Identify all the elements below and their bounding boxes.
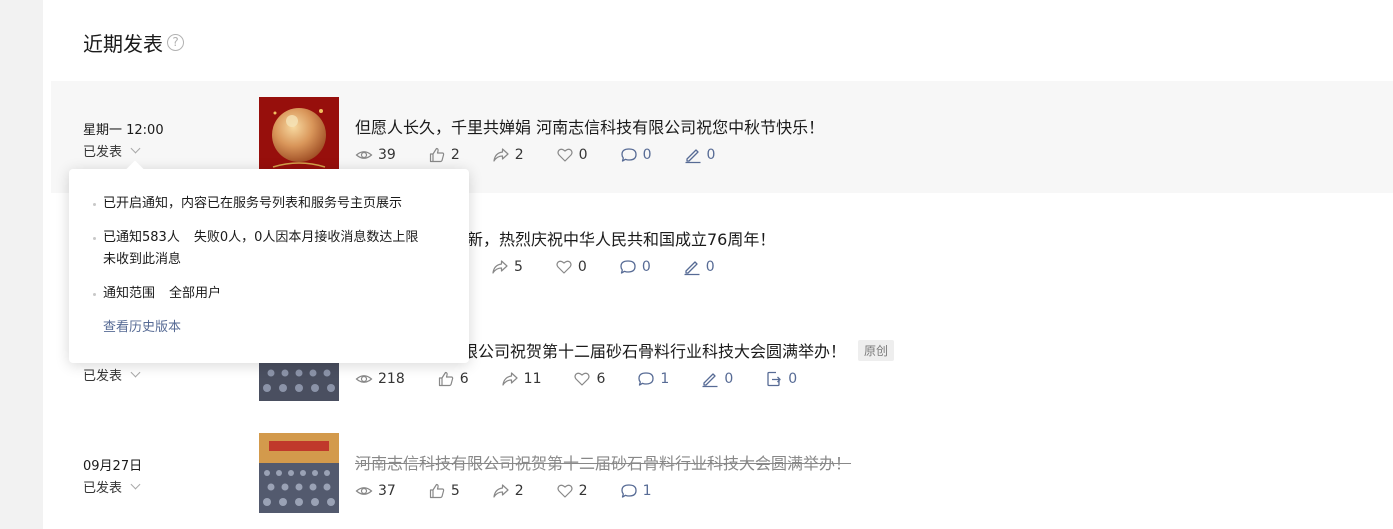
article-title-text: 但愿人长久，千里共婵娟 河南志信科技有限公司祝您中秋节快乐！: [355, 118, 825, 137]
publish-status-label: 已发表: [83, 481, 123, 496]
comment-icon: [620, 148, 637, 162]
article-row[interactable]: 09月27日 已发表 河南志信科技有限公司祝贺第十二届砂石骨料行业科技大会圆满举…: [51, 417, 1393, 529]
stat-favorites: 6: [573, 370, 605, 388]
stat-shares: 5: [491, 258, 523, 276]
publish-time: 09月27日: [83, 459, 143, 474]
share-arrow-icon: [502, 372, 518, 386]
stat-favorites: 0: [556, 146, 588, 164]
share-arrow-icon: [492, 260, 508, 274]
stat-edits[interactable]: 0: [684, 146, 715, 164]
publish-status-label: 已发表: [83, 145, 123, 160]
comment-icon: [620, 260, 636, 274]
pencil-icon: [684, 261, 700, 276]
stat-views: 37: [355, 482, 396, 500]
notification-status: 已开启通知，内容已在服务号列表和服务号主页展示: [93, 193, 445, 215]
stat-likes: 2: [428, 146, 460, 164]
chevron-down-icon: [130, 367, 141, 378]
moon-image: [259, 97, 339, 177]
article-title[interactable]: 限公司祝贺第十二届砂石骨料行业科技大会圆满举办！ 原创: [462, 338, 895, 362]
article-thumbnail[interactable]: [259, 97, 339, 177]
chevron-down-icon: [130, 479, 141, 490]
article-title-text: 限公司祝贺第十二届砂石骨料行业科技大会圆满举办！: [462, 342, 847, 361]
heart-icon: [557, 148, 573, 162]
stat-views: 218: [355, 370, 405, 388]
help-icon[interactable]: ?: [167, 34, 184, 51]
stat-shares: 2: [492, 146, 524, 164]
share-arrow-icon: [493, 148, 509, 162]
heart-icon: [556, 260, 572, 274]
stat-favorites: 0: [555, 258, 587, 276]
pencil-icon: [702, 373, 718, 388]
stat-favorites: 2: [556, 482, 588, 500]
repost-icon: [767, 371, 781, 387]
stat-shares: 11: [501, 370, 541, 388]
eye-icon: [355, 487, 373, 495]
eye-icon: [355, 375, 373, 383]
article-title-text: 河南志信科技有限公司祝贺第十二届砂石骨料行业科技大会圆满举办！: [355, 454, 852, 473]
page-title: 近期发表: [83, 32, 163, 56]
stat-comments[interactable]: 0: [620, 146, 652, 164]
thumb-up-icon: [438, 371, 453, 387]
heart-icon: [574, 372, 591, 386]
publish-status-dropdown[interactable]: 已发表: [83, 477, 141, 496]
view-history-link[interactable]: 查看历史版本: [93, 317, 445, 339]
original-badge: 原创: [858, 339, 895, 361]
notification-result: 已通知583人 失败0人，0人因本月接收消息数达上限 未收到此消息: [93, 227, 445, 271]
stat-edits[interactable]: 0: [683, 258, 715, 276]
conference-image: [259, 433, 339, 513]
article-stats: 39 2 2 0 0 0: [355, 145, 747, 165]
stat-shares: 2: [492, 482, 524, 500]
article-title[interactable]: 但愿人长久，千里共婵娟 河南志信科技有限公司祝您中秋节快乐！: [355, 114, 824, 138]
stat-likes: 5: [428, 482, 460, 500]
stat-comments[interactable]: 1: [620, 482, 652, 500]
publish-time: 星期一 12:00: [83, 123, 164, 138]
section-header: 近期发表 ?: [83, 28, 184, 57]
publish-status-label: 已发表: [83, 369, 123, 384]
notification-popover: 已开启通知，内容已在服务号列表和服务号主页展示 已通知583人 失败0人，0人因本…: [69, 160, 469, 363]
article-title[interactable]: 河南志信科技有限公司祝贺第十二届砂石骨料行业科技大会圆满举办！: [355, 450, 851, 474]
thumb-up-icon: [429, 147, 445, 163]
comment-icon: [620, 484, 637, 498]
chevron-down-icon: [130, 143, 141, 154]
comment-icon: [638, 372, 655, 386]
article-stats: 5 0 0 0: [491, 257, 747, 277]
share-arrow-icon: [493, 484, 509, 498]
heart-icon: [557, 484, 573, 498]
article-stats: 37 5 2 2 1: [355, 481, 684, 501]
stat-comments[interactable]: 1: [637, 370, 669, 388]
thumb-up-icon: [429, 483, 445, 499]
notification-scope: 通知范围 全部用户: [93, 283, 445, 305]
article-thumbnail[interactable]: [259, 433, 339, 513]
publish-status-dropdown[interactable]: 已发表: [83, 365, 141, 384]
stat-views: 39: [355, 146, 396, 164]
stat-edits[interactable]: 0: [701, 370, 733, 388]
pencil-icon: [685, 149, 701, 164]
stat-comments[interactable]: 0: [619, 258, 651, 276]
article-stats: 218 6 11 6 1 0 0: [355, 369, 829, 389]
publish-status-dropdown[interactable]: 已发表: [83, 141, 141, 160]
stat-likes: 6: [437, 370, 469, 388]
eye-icon: [355, 151, 373, 159]
stat-reposts[interactable]: 0: [765, 370, 797, 388]
